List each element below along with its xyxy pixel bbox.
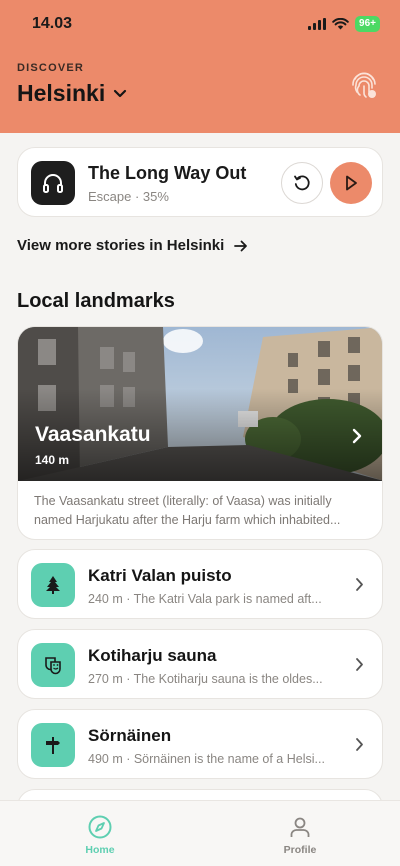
featured-landmark-description: The Vaasankatu street (literally: of Vaa… [34,494,341,527]
fingerprint-icon[interactable] [350,70,378,100]
landmark-item[interactable]: Kotiharju sauna 270 m · The Kotiharju sa… [17,629,383,699]
discover-label: DISCOVER [17,62,85,74]
now-playing-card[interactable]: The Long Way Out Escape · 35% [17,147,383,217]
theater-mask-icon [45,657,61,675]
headphones-thumbnail [31,161,75,205]
landmark-name: Kotiharju sauna [88,646,217,665]
landmark-icon-tile [31,563,75,607]
headphones-icon [43,174,63,193]
tab-bar: Home Profile [0,800,400,866]
landmark-name: Sörnäinen [88,726,172,745]
chevron-right-icon [356,738,363,751]
landmark-item[interactable]: Katri Valan puisto 240 m · The Katri Val… [17,549,383,619]
header: 14.03 96+ DISCOVER Helsinki [0,0,400,133]
chevron-down-icon [114,89,127,97]
play-button[interactable] [330,162,372,204]
city-name: Helsinki [17,80,106,106]
status-icons: 96+ [308,16,380,32]
tab-home[interactable]: Home [60,815,140,856]
chevron-right-icon [356,658,363,671]
landmark-summary: 490 m · Sörnäinen is the name of a Helsi… [88,752,325,766]
replay-icon [294,175,310,191]
tab-home-label: Home [85,844,115,856]
wifi-icon [332,18,349,30]
battery-indicator: 96+ [355,16,380,32]
landmark-summary: 270 m · The Kotiharju sauna is the oldes… [88,672,323,686]
replay-button[interactable] [281,162,323,204]
arrow-right-icon [234,240,248,251]
status-time: 14.03 [32,15,73,32]
signal-icon [308,18,327,30]
landmark-icon-tile [31,643,75,687]
story-title: The Long Way Out [88,163,247,183]
featured-landmark-card[interactable]: Vaasankatu 140 m The Vaasankatu street (… [17,326,383,540]
signpost-icon [46,737,60,754]
story-progress: Escape · 35% [88,189,169,204]
tree-icon [46,576,60,594]
section-title: Local landmarks [17,290,175,312]
tab-profile-label: Profile [283,844,317,856]
view-more-stories-link[interactable]: View more stories in Helsinki [17,237,248,254]
landmark-summary: 240 m · The Katri Vala park is named aft… [88,592,322,606]
play-icon [346,175,357,191]
compass-icon [88,815,112,839]
featured-landmark-distance: 140 m [35,453,70,467]
landmark-item[interactable]: Sörnäinen 490 m · Sörnäinen is the name … [17,709,383,779]
person-icon [290,817,310,837]
landmark-name: Katri Valan puisto [88,566,232,585]
city-selector[interactable]: Helsinki [17,80,127,107]
view-more-stories-label: View more stories in Helsinki [17,237,225,254]
landmark-icon-tile [31,723,75,767]
street-photo [18,327,382,481]
featured-landmark-name: Vaasankatu [35,423,151,446]
chevron-right-icon [352,428,362,444]
tab-profile[interactable]: Profile [260,815,340,856]
chevron-right-icon [356,578,363,591]
